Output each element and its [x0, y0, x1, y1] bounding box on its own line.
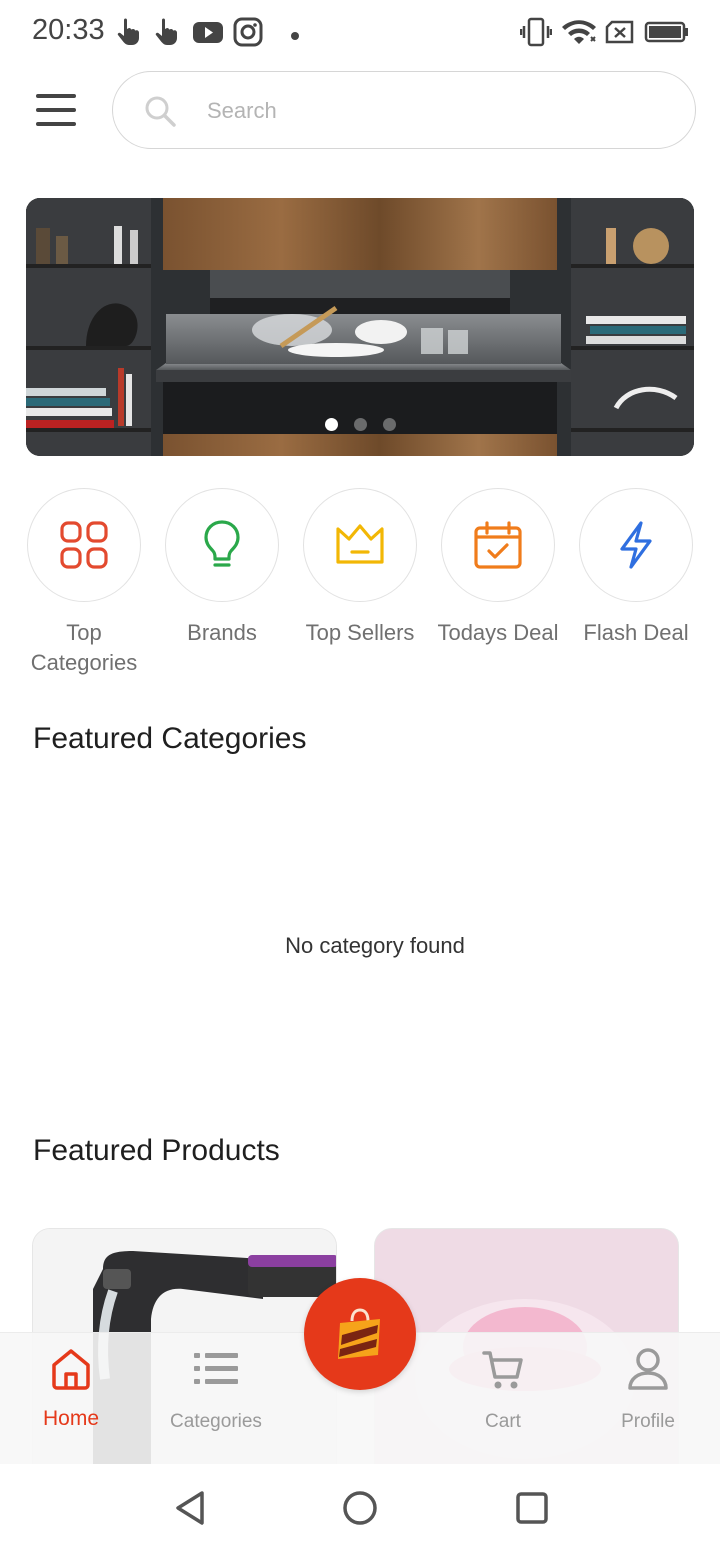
system-navigation-bar [0, 1464, 720, 1560]
featured-products-title: Featured Products [33, 1134, 280, 1167]
dot-icon [290, 28, 300, 46]
home-circle-icon[interactable] [341, 1488, 379, 1533]
list-icon [194, 1351, 238, 1392]
quick-link-circle [441, 488, 555, 602]
nav-label: Profile [621, 1411, 675, 1432]
quick-link-label: Flash Deal [583, 620, 689, 645]
quick-link-label: Brands [187, 620, 257, 645]
quick-link-top-categories[interactable]: Top Categories [16, 488, 152, 678]
search-bar[interactable] [112, 71, 696, 149]
no-sim-icon [604, 16, 636, 53]
carousel-dot[interactable] [353, 418, 367, 431]
touch-icon [114, 16, 142, 51]
search-icon [143, 94, 177, 133]
crown-icon [336, 524, 384, 564]
nav-item-profile[interactable]: Profile [578, 1333, 718, 1465]
nav-label: Categories [170, 1411, 262, 1432]
hamburger-menu-icon[interactable] [30, 86, 82, 134]
recents-icon[interactable] [514, 1488, 550, 1533]
cart-icon [482, 1349, 524, 1396]
shop-center-button[interactable] [304, 1278, 416, 1390]
status-time: 20:33 [32, 14, 105, 46]
nav-label: Cart [485, 1411, 521, 1432]
grid-icon [60, 521, 108, 569]
home-icon [50, 1347, 92, 1396]
quick-link-brands[interactable]: Brands [154, 488, 290, 648]
quick-link-flash-deal[interactable]: Flash Deal [568, 488, 704, 648]
vibrate-icon [519, 16, 553, 53]
empty-state-text: No category found [285, 933, 465, 958]
instagram-icon [233, 16, 263, 53]
quick-link-circle [165, 488, 279, 602]
nav-item-home[interactable]: Home [1, 1333, 141, 1465]
user-icon [627, 1347, 669, 1396]
promo-banner[interactable] [26, 198, 694, 456]
lightning-icon [620, 521, 652, 569]
quick-link-todays-deal[interactable]: Todays Deal [430, 488, 566, 648]
back-icon[interactable] [172, 1488, 208, 1533]
touch-icon [152, 16, 180, 51]
nav-item-cart[interactable]: Cart [433, 1333, 573, 1465]
status-bar: 20:33 [0, 0, 720, 64]
youtube-icon [192, 16, 224, 53]
featured-categories-title: Featured Categories [33, 722, 307, 755]
wifi-icon [560, 16, 598, 53]
quick-link-label: Top Sellers [305, 620, 415, 645]
lightbulb-icon [204, 520, 240, 567]
battery-icon [644, 16, 690, 53]
quick-link-circle [579, 488, 693, 602]
calendar-check-icon [474, 521, 522, 569]
carousel-indicator [26, 418, 694, 436]
quick-link-circle [303, 488, 417, 602]
quick-link-circle [27, 488, 141, 602]
nav-item-categories[interactable]: Categories [146, 1333, 286, 1465]
quick-link-label: Todays Deal [437, 620, 559, 645]
search-input[interactable] [207, 92, 667, 130]
quick-link-label: Top Categories [30, 620, 138, 675]
quick-link-top-sellers[interactable]: Top Sellers [292, 488, 428, 648]
nav-label: Home [42, 1407, 100, 1430]
shopping-bag-logo-icon [338, 1308, 380, 1359]
carousel-dot[interactable] [382, 418, 396, 431]
carousel-dot[interactable] [324, 418, 338, 431]
